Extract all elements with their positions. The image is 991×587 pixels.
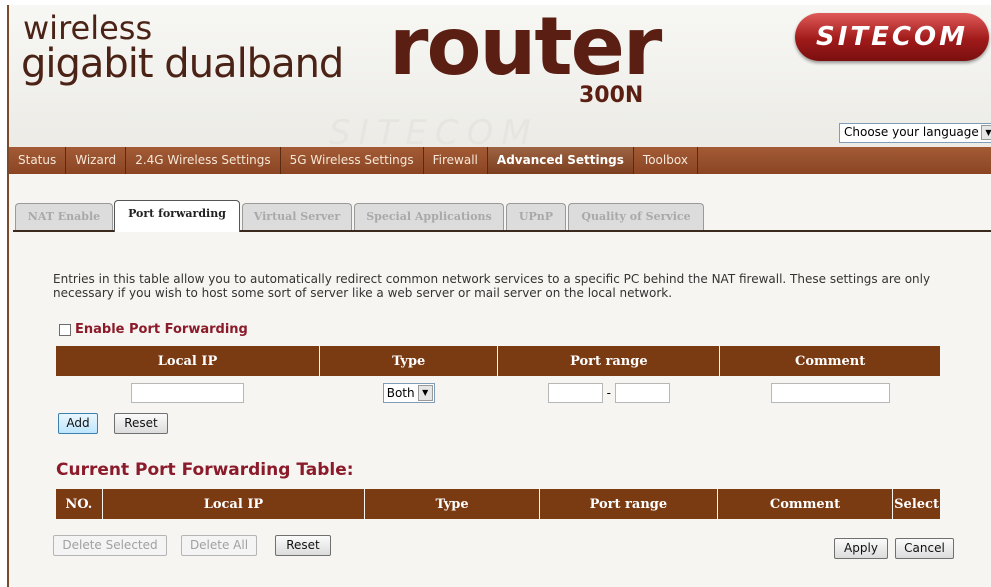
col-local-ip: Local IP <box>101 488 366 520</box>
description-text: Entries in this table allow you to autom… <box>53 272 931 300</box>
nav-item-toolbox[interactable]: Toolbox <box>634 147 698 174</box>
port-range-start-input[interactable] <box>547 383 603 403</box>
tab-upnp[interactable]: UPnP <box>506 203 566 230</box>
tab-port-forwarding[interactable]: Port forwarding <box>114 200 240 232</box>
header-comment: Comment <box>719 345 941 377</box>
header-local-ip: Local IP <box>54 345 321 377</box>
port-forwarding-form-table: Local IP Type Port range Comment Both ▼ … <box>54 345 941 410</box>
add-button[interactable]: Add <box>58 413 98 434</box>
tab-quality-of-service[interactable]: Quality of Service <box>568 203 704 230</box>
chevron-down-icon[interactable]: ▼ <box>417 385 433 401</box>
brand-router: router <box>389 0 662 93</box>
current-table-title: Current Port Forwarding Table: <box>56 460 354 480</box>
enable-port-forwarding[interactable]: Enable Port Forwarding <box>59 322 248 337</box>
enable-port-forwarding-checkbox[interactable] <box>59 323 71 336</box>
tab-special-applications[interactable]: Special Applications <box>354 203 504 230</box>
delete-selected-button[interactable]: Delete Selected <box>53 535 167 556</box>
chevron-down-icon[interactable]: ▼ <box>981 125 991 140</box>
delete-all-button[interactable]: Delete All <box>181 535 257 556</box>
nav-item-status[interactable]: Status <box>9 147 67 174</box>
current-port-forwarding-table: NO. Local IP Type Port range Comment Sel… <box>55 488 941 520</box>
logo-text: SITECOM <box>816 22 968 52</box>
col-port-range: Port range <box>538 488 718 520</box>
tab-virtual-server[interactable]: Virtual Server <box>242 203 352 230</box>
form-row: Both ▼ - <box>56 377 941 410</box>
nav-item-wizard[interactable]: Wizard <box>66 147 127 174</box>
col-select: Select <box>892 488 941 520</box>
tab-nat-enable[interactable]: NAT Enable <box>15 203 113 230</box>
main-nav: Status Wizard 2.4G Wireless Settings 5G … <box>9 147 991 174</box>
header: SITECOM wireless gigabit dualband router… <box>9 0 991 153</box>
content-area: Entries in this table allow you to autom… <box>13 232 991 587</box>
sub-tabs: NAT Enable Port forwarding Virtual Serve… <box>13 200 991 232</box>
reset-table-button[interactable]: Reset <box>275 535 331 556</box>
comment-input[interactable] <box>770 383 890 403</box>
nav-item-firewall[interactable]: Firewall <box>424 147 488 174</box>
port-range-end-input[interactable] <box>615 383 671 403</box>
brand-model: 300N <box>579 83 644 108</box>
brand-line2: gigabit dualband <box>21 41 344 87</box>
sitecom-logo: SITECOM <box>795 13 989 61</box>
nav-item-5g-wireless[interactable]: 5G Wireless Settings <box>281 147 424 174</box>
port-range-separator: - <box>606 386 612 400</box>
type-select-value: Both <box>386 386 415 400</box>
cancel-button[interactable]: Cancel <box>895 538 954 559</box>
nav-item-24g-wireless[interactable]: 2.4G Wireless Settings <box>126 147 281 174</box>
header-port-range: Port range <box>497 345 721 377</box>
nav-item-advanced-settings[interactable]: Advanced Settings <box>487 147 634 174</box>
header-type: Type <box>319 345 499 377</box>
reset-button[interactable]: Reset <box>114 413 168 434</box>
local-ip-input[interactable] <box>131 383 245 403</box>
apply-button[interactable]: Apply <box>834 538 888 559</box>
language-select[interactable]: Choose your language ▼ <box>839 123 991 143</box>
col-comment: Comment <box>716 488 894 520</box>
col-type: Type <box>364 488 540 520</box>
type-select[interactable]: Both ▼ <box>382 383 435 403</box>
col-no: NO. <box>55 488 103 520</box>
language-select-value: Choose your language <box>844 125 979 139</box>
enable-port-forwarding-label: Enable Port Forwarding <box>75 322 248 337</box>
